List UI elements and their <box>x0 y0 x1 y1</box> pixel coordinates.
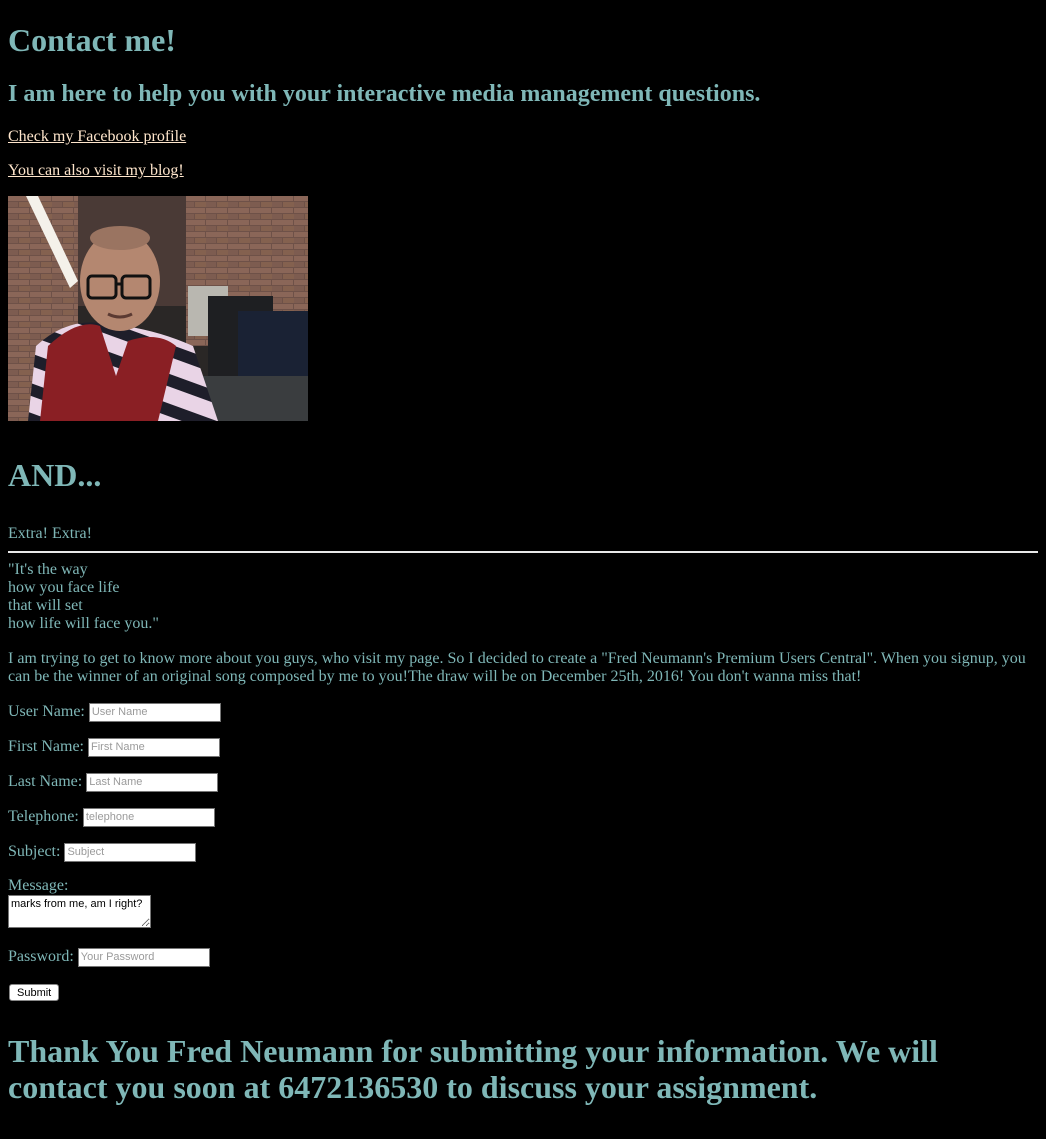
page-title: Contact me! <box>8 22 176 58</box>
blog-link[interactable]: You can also visit my blog! <box>8 161 184 181</box>
lastname-input[interactable] <box>86 772 219 792</box>
quote-line: how you face life <box>8 579 120 596</box>
firstname-label: First Name: <box>8 738 84 755</box>
submit-button[interactable]: Submit <box>9 984 60 1001</box>
and-heading: AND... <box>8 457 102 493</box>
profile-photo <box>8 196 308 421</box>
subject-row: Subject: <box>8 842 197 862</box>
username-row: User Name: <box>8 702 221 722</box>
message-textarea[interactable]: marks from me, am I right? <box>8 895 151 928</box>
password-row: Password: <box>8 947 210 967</box>
quote: "It's the way how you face life that wil… <box>8 561 159 633</box>
username-input[interactable] <box>88 702 221 722</box>
extra-text: Extra! Extra! <box>8 525 92 542</box>
telephone-label: Telephone: <box>8 808 79 825</box>
firstname-input[interactable] <box>88 737 220 757</box>
message-label: Message: <box>8 877 69 894</box>
subject-input[interactable] <box>64 842 197 862</box>
quote-line: "It's the way <box>8 561 88 578</box>
password-input[interactable] <box>77 947 210 967</box>
firstname-row: First Name: <box>8 737 220 757</box>
telephone-input[interactable] <box>82 807 215 827</box>
quote-line: how life will face you." <box>8 615 159 632</box>
telephone-row: Telephone: <box>8 807 215 827</box>
facebook-link[interactable]: Check my Facebook profile <box>8 127 186 147</box>
password-label: Password: <box>8 948 74 965</box>
subject-label: Subject: <box>8 843 61 860</box>
lastname-row: Last Name: <box>8 772 219 792</box>
thank-you-message: Thank You Fred Neumann for submitting yo… <box>8 1033 938 1105</box>
page-subtitle: I am here to help you with your interact… <box>8 81 761 107</box>
intro-paragraph: I am trying to get to know more about yo… <box>8 650 1026 685</box>
quote-line: that will set <box>8 597 83 614</box>
username-label: User Name: <box>8 703 85 720</box>
divider <box>8 551 1038 553</box>
lastname-label: Last Name: <box>8 773 83 790</box>
